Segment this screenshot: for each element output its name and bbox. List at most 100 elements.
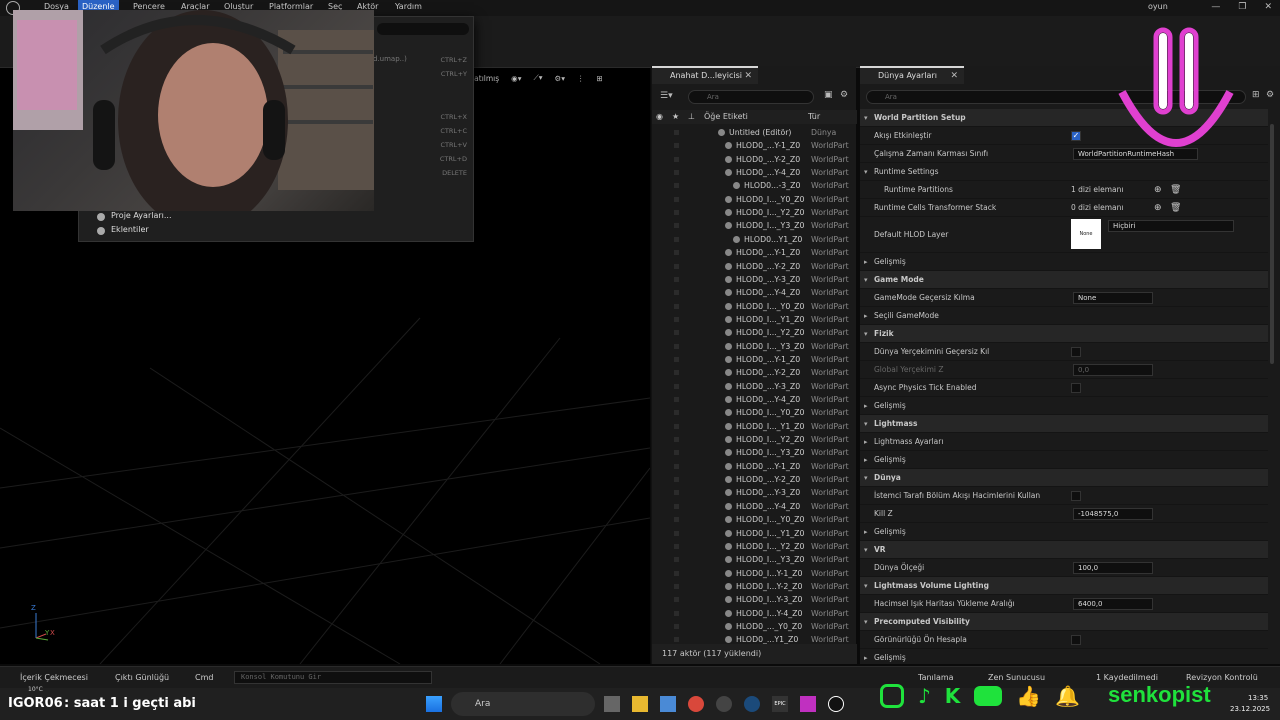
visibility-toggle[interactable] [674, 570, 679, 576]
epic-icon[interactable]: EPIC [772, 696, 788, 712]
settings-icon[interactable]: ⚙ [1266, 90, 1274, 100]
view-mode-dropdown[interactable]: ılatılmış [470, 74, 499, 83]
outliner-row[interactable]: HLOD0_...Y-1_Z0 WorldPart [652, 353, 857, 366]
add-folder-icon[interactable]: ▣ [824, 90, 833, 100]
tab-outliner[interactable]: Anahat D...leyicisi ✕ [652, 66, 758, 84]
menu-item-plugins[interactable]: Eklentiler [111, 225, 149, 234]
visibility-toggle[interactable] [674, 490, 679, 496]
outliner-row[interactable]: HLOD0_I..._Y3_Z0 WorldPart [652, 340, 857, 353]
category-header[interactable]: ▾ Lightmass [860, 415, 1268, 433]
visibility-toggle[interactable] [674, 196, 679, 202]
visibility-toggle[interactable] [674, 170, 679, 176]
edit-menu-search[interactable] [377, 23, 469, 35]
visibility-toggle[interactable] [674, 450, 679, 456]
visibility-toggle[interactable] [674, 383, 679, 389]
folder-icon[interactable] [632, 696, 648, 712]
menu-item-project-settings[interactable]: Proje Ayarları... [111, 211, 172, 220]
visibility-toggle[interactable] [674, 530, 679, 536]
visibility-toggle[interactable] [674, 557, 679, 563]
outliner-row[interactable]: HLOD0_...Y-3_Z0 WorldPart [652, 380, 857, 393]
trash-icon[interactable]: 🗑 [1170, 181, 1181, 199]
checkbox[interactable] [1071, 347, 1081, 357]
outliner-row[interactable]: Untitled (Editör) Dünya [652, 126, 857, 139]
chevron-down-icon[interactable]: ▾ [864, 469, 868, 487]
visibility-toggle[interactable] [674, 236, 679, 242]
cmd-dropdown[interactable]: Cmd [195, 673, 213, 682]
visibility-toggle[interactable] [674, 423, 679, 429]
visibility-toggle[interactable] [674, 623, 679, 629]
menu-help[interactable]: Yardım [395, 2, 422, 11]
trace-button[interactable]: Tanılama [918, 673, 954, 682]
table-view-icon[interactable]: ⊞ [1252, 90, 1260, 100]
outliner-row[interactable]: HLOD0_...Y-2_Z0 WorldPart [652, 366, 857, 379]
visibility-toggle[interactable] [674, 477, 679, 483]
visibility-toggle[interactable] [674, 156, 679, 162]
visibility-toggle[interactable] [674, 276, 679, 282]
outliner-row[interactable]: HLOD0_I..._Y1_Z0 WorldPart [652, 420, 857, 433]
visibility-toggle[interactable] [674, 130, 679, 135]
trash-icon[interactable]: 🗑 [1170, 199, 1181, 217]
chevron-right-icon[interactable]: ▸ [864, 307, 868, 325]
checkbox[interactable] [1071, 383, 1081, 393]
visibility-toggle[interactable] [674, 610, 679, 616]
minimize-icon[interactable]: — [1211, 2, 1220, 12]
outliner-search-input[interactable]: Ara [688, 90, 814, 104]
category-header[interactable]: ▾ VR [860, 541, 1268, 559]
outliner-row[interactable]: HLOD0_...Y-3_Z0 WorldPart [652, 273, 857, 286]
chevron-down-icon[interactable]: ▾ [864, 163, 868, 181]
outliner-row[interactable]: HLOD0_I..._Y2_Z0 WorldPart [652, 540, 857, 553]
visibility-toggle[interactable] [674, 316, 679, 322]
taskbar-search[interactable]: Ara [451, 692, 595, 716]
steam-icon[interactable] [744, 696, 760, 712]
chevron-down-icon[interactable]: ▾ [864, 577, 868, 595]
revision-control-button[interactable]: Revizyon Kontrolü [1186, 673, 1258, 682]
value-field[interactable]: 100,0 [1073, 562, 1153, 574]
visibility-toggle[interactable] [674, 437, 679, 443]
category-header[interactable]: ▾ Game Mode [860, 271, 1268, 289]
outliner-row[interactable]: HLOD0_I..._Y2_Z0 WorldPart [652, 326, 857, 339]
outliner-row[interactable]: HLOD0_I..._Y0_Z0 WorldPart [652, 193, 857, 206]
outliner-row[interactable]: HLOD0_...Y-2_Z0 WorldPart [652, 260, 857, 273]
transform-icon[interactable]: ⟋▾ [533, 73, 542, 83]
combo-box[interactable]: None [1073, 292, 1153, 304]
filter-icon[interactable]: ☰▾ [660, 91, 673, 101]
outliner-row[interactable]: HLOD0_I...Y-2_Z0 WorldPart [652, 580, 857, 593]
outliner-row[interactable]: HLOD0_...Y-1_Z0 WorldPart [652, 246, 857, 259]
value-field[interactable]: -1048575,0 [1073, 508, 1153, 520]
obs-icon[interactable] [716, 696, 732, 712]
chevron-down-icon[interactable]: ▾ [864, 415, 868, 433]
outliner-row[interactable]: HLOD0_...Y-4_Z0 WorldPart [652, 286, 857, 299]
hlod-layer-dropdown[interactable]: Hiçbiri [1108, 220, 1234, 232]
visibility-toggle[interactable] [674, 303, 679, 309]
property-row[interactable]: ▾ Runtime Settings [860, 163, 1268, 181]
scrollbar[interactable] [1270, 124, 1274, 364]
taskview-icon[interactable] [604, 696, 620, 712]
visibility-toggle[interactable] [674, 503, 679, 509]
outliner-row[interactable]: HLOD0_I..._Y0_Z0 WorldPart [652, 513, 857, 526]
unreal-icon[interactable] [828, 696, 844, 712]
property-row[interactable]: ▸ Gelişmiş [860, 451, 1268, 469]
visibility-toggle[interactable] [674, 343, 679, 349]
layout-icon[interactable]: ⊞ [597, 74, 603, 83]
app-pink-icon[interactable] [800, 696, 816, 712]
visibility-toggle[interactable] [674, 183, 679, 189]
outliner-row[interactable]: HLOD0_...Y-2_Z0 WorldPart [652, 153, 857, 166]
chevron-down-icon[interactable]: ▾ [864, 613, 868, 631]
outliner-row[interactable]: HLOD0_I..._Y3_Z0 WorldPart [652, 446, 857, 459]
maximize-icon[interactable]: ❐ [1238, 2, 1246, 12]
visibility-toggle[interactable] [674, 356, 679, 362]
visibility-toggle[interactable] [674, 583, 679, 589]
visibility-toggle[interactable] [674, 637, 679, 643]
property-row[interactable]: ▸ Seçili GameMode [860, 307, 1268, 325]
outliner-row[interactable]: HLOD0_...Y1_Z0 WorldPart [652, 633, 857, 644]
visibility-toggle[interactable] [674, 143, 679, 149]
checkbox[interactable] [1071, 491, 1081, 501]
chevron-right-icon[interactable]: ▸ [864, 649, 868, 664]
tab-world-settings[interactable]: Dünya Ayarları ✕ [860, 66, 964, 84]
outliner-row[interactable]: HLOD0...-3_Z0 WorldPart [652, 179, 857, 192]
outliner-row[interactable]: HLOD0...Y1_Z0 WorldPart [652, 233, 857, 246]
chevron-down-icon[interactable]: ▾ [864, 325, 868, 343]
chevron-right-icon[interactable]: ▸ [864, 253, 868, 271]
chevron-down-icon[interactable]: ▾ [864, 541, 868, 559]
visibility-toggle[interactable] [674, 290, 679, 296]
